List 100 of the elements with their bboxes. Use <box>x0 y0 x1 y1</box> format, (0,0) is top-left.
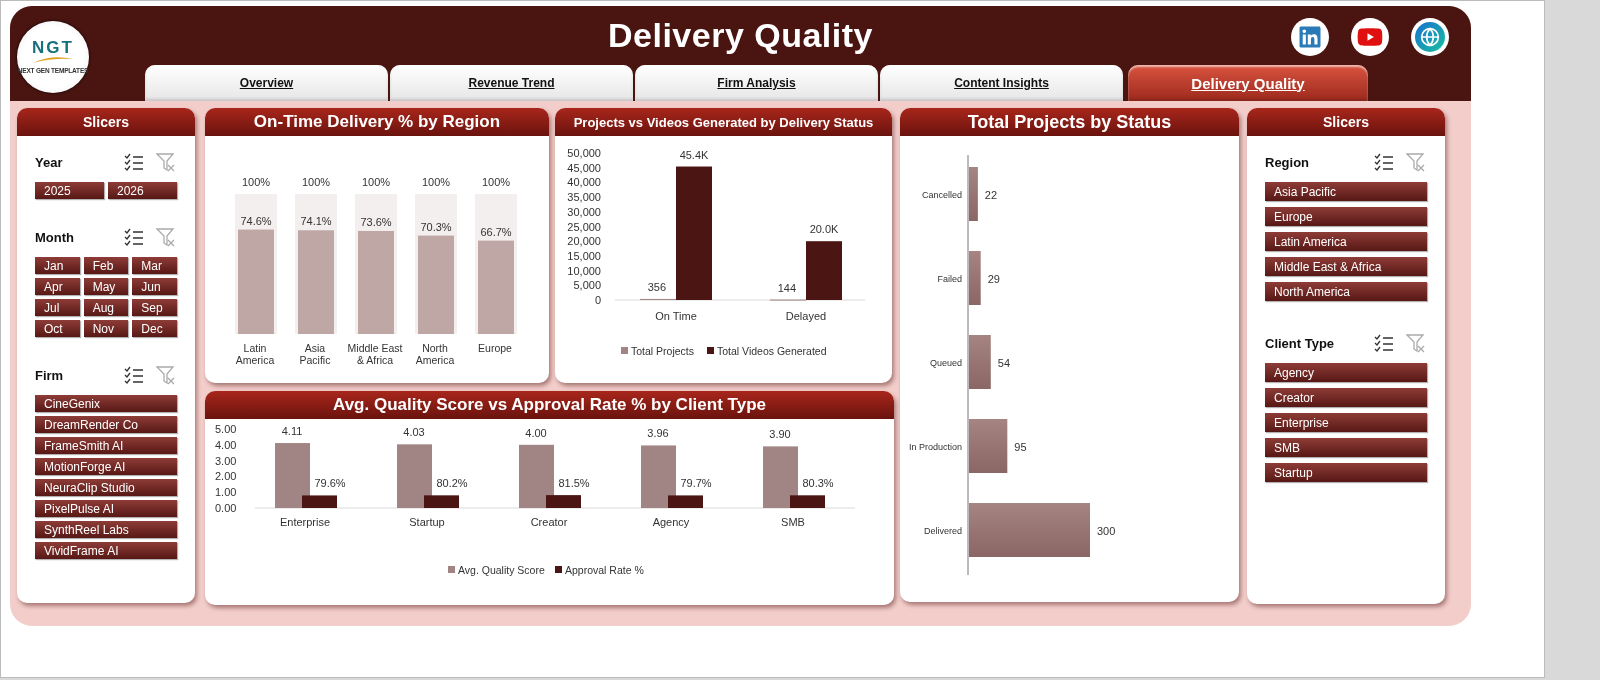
value-label: 3.96 <box>647 427 669 440</box>
axis-tick-label: 2.00 <box>215 470 237 483</box>
slicer-item[interactable]: Sep <box>132 299 177 316</box>
slicer-title: Firm <box>35 367 65 383</box>
legend-label: Approval Rate % <box>565 564 644 576</box>
value-label: 4.03 <box>403 426 425 439</box>
category-label: Agency <box>652 516 690 528</box>
slicer-item[interactable]: Jun <box>132 278 177 295</box>
value-label: 73.6% <box>360 215 392 228</box>
slicer-item[interactable]: Europe <box>1265 207 1427 226</box>
panel-title: Slicers <box>17 108 195 136</box>
slicer-item[interactable]: Nov <box>83 320 129 337</box>
slicer-item[interactable]: SynthReel Labs <box>35 521 177 538</box>
slicer-item[interactable]: Asia Pacific <box>1265 182 1427 201</box>
value-label: 100% <box>241 176 271 188</box>
nav-tab[interactable]: Firm Analysis <box>635 65 878 101</box>
bar <box>969 251 981 305</box>
legend-label: Total Projects <box>631 345 695 357</box>
category-label: Cancelled <box>921 190 962 200</box>
slicer-item[interactable]: PixelPulse AI <box>35 500 177 517</box>
slicer-item[interactable]: Jul <box>35 299 80 316</box>
slicer-item[interactable]: Dec <box>132 320 177 337</box>
multi-select-icon[interactable] <box>1373 332 1395 354</box>
category-label: Delivered <box>923 526 962 536</box>
category-label: Delayed <box>785 310 827 322</box>
axis-tick-label: 5.00 <box>215 423 237 435</box>
category-label: Creator <box>530 516 568 528</box>
nav-tab[interactable]: Revenue Trend <box>390 65 633 101</box>
value-label: 3.90 <box>769 428 791 441</box>
multi-select-icon[interactable] <box>1373 151 1395 173</box>
slicer-item[interactable]: Latin America <box>1265 232 1427 251</box>
value-label: 100% <box>301 176 331 188</box>
slicer-item[interactable]: Startup <box>1265 463 1427 482</box>
axis-tick-label: 25,000 <box>567 220 601 233</box>
multi-select-icon[interactable] <box>123 151 145 173</box>
value-label: 20.0K <box>809 223 839 236</box>
youtube-icon[interactable] <box>1351 18 1389 56</box>
nav-tab[interactable]: Delivery Quality <box>1128 65 1368 101</box>
slicer-item[interactable]: Agency <box>1265 363 1427 382</box>
legend-swatch <box>707 347 714 354</box>
panel-title: Slicers <box>1247 108 1445 136</box>
slicer-item[interactable]: North America <box>1265 282 1427 301</box>
axis-tick-label: 4.00 <box>215 438 237 451</box>
panel-title: Total Projects by Status <box>900 108 1239 136</box>
slicer-item[interactable]: CineGenix <box>35 395 177 412</box>
slicer-title: Client Type <box>1265 335 1336 351</box>
category-label: Middle East & Africa <box>347 342 403 366</box>
slicer-item[interactable]: Aug <box>83 299 129 316</box>
legend-swatch <box>621 347 628 354</box>
category-label: On Time <box>655 310 697 322</box>
slicer-item[interactable]: 2026 <box>108 182 177 199</box>
value-label: 95 <box>1014 441 1027 453</box>
slicer-item[interactable]: Oct <box>35 320 80 337</box>
nav-tab[interactable]: Content Insights <box>880 65 1123 101</box>
axis-tick-label: 0.00 <box>215 502 237 514</box>
value-label: 100% <box>361 176 391 188</box>
slicer-item[interactable]: Feb <box>83 257 129 274</box>
globe-icon[interactable] <box>1411 18 1449 56</box>
linkedin-icon[interactable] <box>1291 18 1329 56</box>
dashboard-title: Delivery Quality <box>608 16 873 55</box>
axis-tick-label: 5,000 <box>573 279 601 292</box>
slicer-item[interactable]: 2025 <box>35 182 104 199</box>
slicer-item[interactable]: Enterprise <box>1265 413 1427 432</box>
bar <box>969 167 978 221</box>
axis-tick-label: 40,000 <box>567 176 601 189</box>
multi-select-icon[interactable] <box>123 364 145 386</box>
value-label: 356 <box>647 280 666 293</box>
legend-label: Total Videos Generated <box>717 345 827 357</box>
bar <box>969 335 991 389</box>
slicer-item[interactable]: NeuraClip Studio <box>35 479 177 496</box>
slicer-item[interactable]: VividFrame AI <box>35 542 177 559</box>
slicer-title: Year <box>35 154 64 170</box>
slicer-item[interactable]: Creator <box>1265 388 1427 407</box>
category-label: In Production <box>908 442 962 452</box>
axis-tick-label: 35,000 <box>567 191 601 204</box>
axis-tick-label: 15,000 <box>567 249 601 262</box>
legend-swatch <box>555 566 562 573</box>
slicer-item[interactable]: Jan <box>35 257 80 274</box>
slicer-title: Region <box>1265 154 1311 170</box>
slicer-item[interactable]: Middle East & Africa <box>1265 257 1427 276</box>
slicer-title: Month <box>35 229 75 245</box>
slicer-item[interactable]: DreamRender Co <box>35 416 177 433</box>
multi-select-icon[interactable] <box>123 226 145 248</box>
slicer-item[interactable]: MotionForge AI <box>35 458 177 475</box>
slicer-item[interactable]: Apr <box>35 278 80 295</box>
slicer-item[interactable]: May <box>83 278 129 295</box>
axis-tick-label: 3.00 <box>215 454 237 467</box>
legend-label: Avg. Quality Score <box>458 564 545 576</box>
value-label: 22 <box>984 189 998 201</box>
axis-tick-label: 10,000 <box>567 264 601 277</box>
value-label: 54 <box>997 357 1011 369</box>
axis-tick-label: 1.00 <box>215 486 237 499</box>
slicer-item[interactable]: Mar <box>132 257 177 274</box>
axis-tick-label: 20,000 <box>567 235 601 248</box>
category-label: Startup <box>409 516 445 528</box>
category-label: Enterprise <box>279 516 331 528</box>
slicer-item[interactable]: SMB <box>1265 438 1427 457</box>
slicer-item[interactable]: FrameSmith AI <box>35 437 177 454</box>
category-label: North America <box>415 342 455 366</box>
nav-tab[interactable]: Overview <box>145 65 388 101</box>
